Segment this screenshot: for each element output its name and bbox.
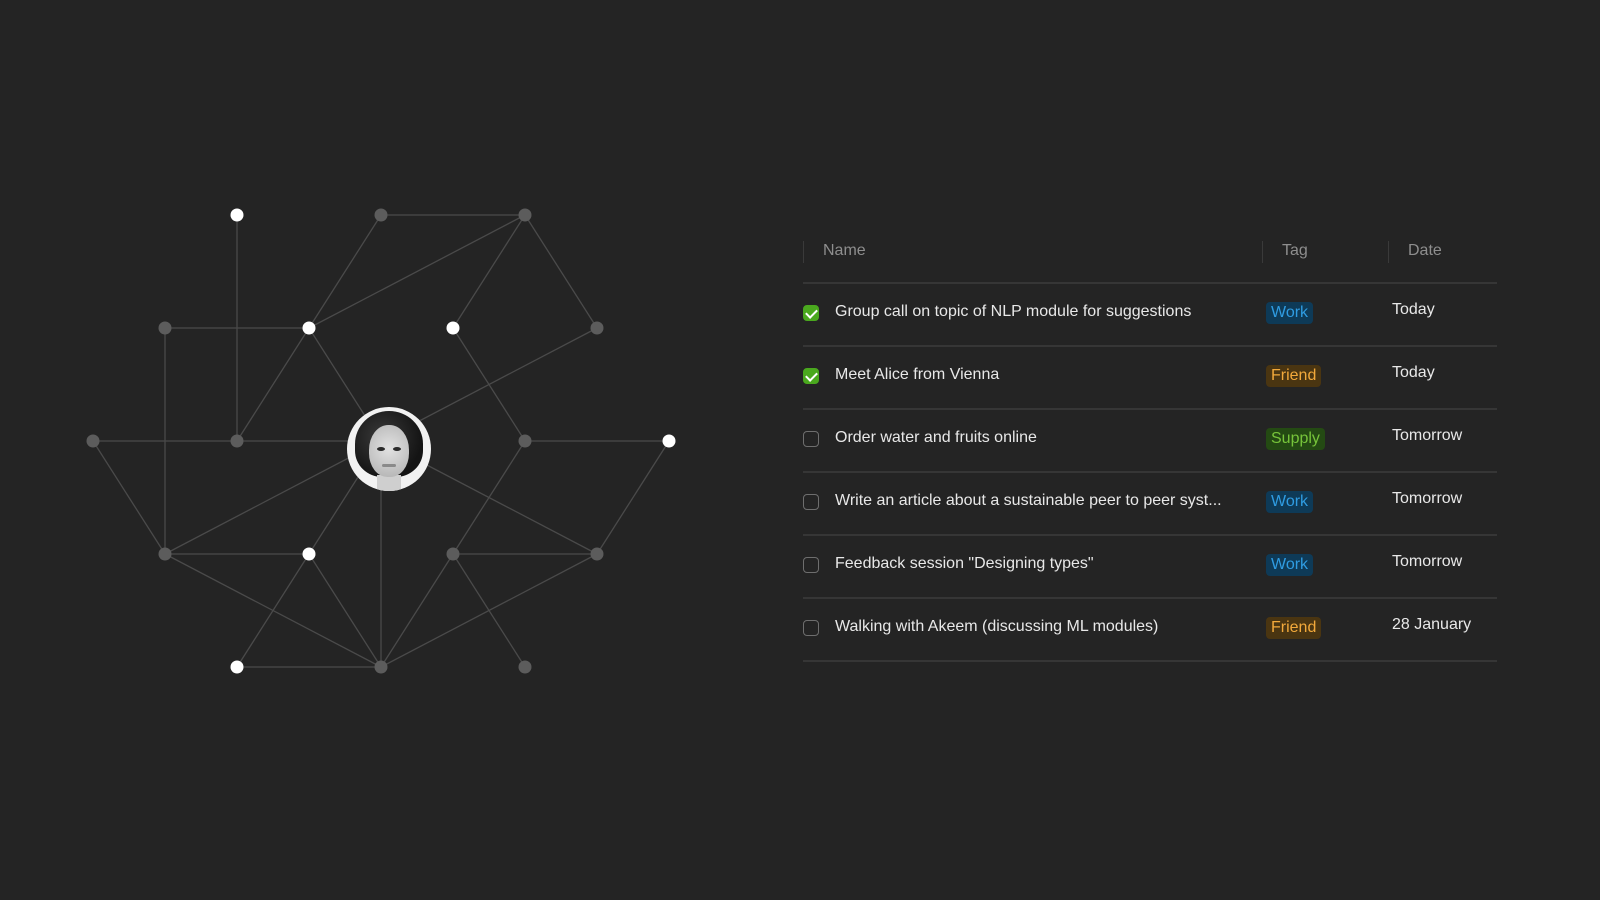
graph-edge [92, 440, 166, 555]
avatar-eye [377, 447, 385, 451]
table-body: Group call on topic of NLP module for su… [803, 284, 1513, 662]
graph-node[interactable] [662, 434, 676, 448]
graph-node[interactable] [302, 321, 316, 335]
table-header: Name Tag Date [803, 230, 1497, 284]
graph-node[interactable] [446, 547, 460, 561]
graph-edge [308, 214, 526, 329]
graph-edge [380, 553, 598, 668]
column-header-name[interactable]: Name [823, 242, 866, 260]
avatar-face [369, 425, 409, 477]
task-tag[interactable]: Work [1266, 491, 1314, 513]
task-checkbox[interactable] [803, 431, 819, 447]
column-header-tag[interactable]: Tag [1282, 242, 1308, 260]
graph-edge [308, 553, 382, 668]
graph-edge [596, 440, 670, 555]
table-row[interactable]: Walking with Akeem (discussing ML module… [803, 599, 1497, 662]
avatar-eye [393, 447, 401, 451]
task-tag[interactable]: Work [1266, 554, 1314, 576]
task-checkbox[interactable] [803, 494, 819, 510]
task-date: Tomorrow [1392, 553, 1463, 570]
task-tag[interactable]: Supply [1266, 428, 1325, 450]
column-header-date[interactable]: Date [1408, 242, 1442, 260]
table-row[interactable]: Feedback session "Designing types" Work To… [803, 536, 1497, 599]
avatar-mouth [382, 464, 396, 467]
task-checkbox[interactable] [803, 557, 819, 573]
avatar[interactable] [347, 407, 431, 491]
graph-node[interactable] [230, 660, 244, 674]
graph-edge [308, 214, 382, 329]
graph-node[interactable] [518, 660, 532, 674]
column-separator[interactable] [1262, 241, 1263, 263]
task-name: Feedback session "Designing types" [835, 555, 1094, 572]
graph-edge [380, 553, 454, 668]
avatar-neck [377, 475, 401, 491]
graph-node[interactable] [518, 434, 532, 448]
graph-node[interactable] [374, 208, 388, 222]
table-row[interactable]: Group call on topic of NLP module for su… [803, 284, 1497, 347]
graph-node[interactable] [446, 321, 460, 335]
graph-node[interactable] [302, 547, 316, 561]
task-tag[interactable]: Friend [1266, 365, 1322, 387]
graph-node[interactable] [230, 208, 244, 222]
task-table: Name Tag Date Group call on topic of NLP… [803, 230, 1513, 662]
task-date: Today [1392, 364, 1435, 381]
graph-edge [236, 327, 310, 442]
graph-node[interactable] [230, 434, 244, 448]
graph-node[interactable] [86, 434, 100, 448]
task-name: Write an article about a sustainable pee… [835, 492, 1222, 509]
task-date: 28 January [1392, 616, 1472, 633]
graph-edge [452, 214, 526, 329]
table-row[interactable]: Meet Alice from Vienna Friend Today [803, 347, 1497, 410]
graph-node[interactable] [158, 547, 172, 561]
check-icon [805, 369, 818, 382]
column-separator[interactable] [803, 241, 804, 263]
table-row[interactable]: Write an article about a sustainable pee… [803, 473, 1497, 536]
graph-node[interactable] [374, 660, 388, 674]
task-date: Tomorrow [1392, 427, 1463, 444]
graph-node[interactable] [158, 321, 172, 335]
task-name: Walking with Akeem (discussing ML module… [835, 618, 1159, 635]
graph-node[interactable] [590, 321, 604, 335]
task-tag[interactable]: Work [1266, 302, 1314, 324]
task-checkbox[interactable] [803, 368, 819, 384]
task-name: Group call on topic of NLP module for su… [835, 303, 1192, 320]
graph-edge [524, 214, 598, 329]
check-icon [805, 306, 818, 319]
task-name: Order water and fruits online [835, 429, 1037, 446]
task-checkbox[interactable] [803, 305, 819, 321]
graph-node[interactable] [518, 208, 532, 222]
task-checkbox[interactable] [803, 620, 819, 636]
graph-node[interactable] [590, 547, 604, 561]
task-tag[interactable]: Friend [1266, 617, 1322, 639]
table-row[interactable]: Order water and fruits online Supply Tomor… [803, 410, 1497, 473]
column-separator[interactable] [1388, 241, 1389, 263]
task-name: Meet Alice from Vienna [835, 366, 1000, 383]
task-date: Tomorrow [1392, 490, 1463, 507]
task-date: Today [1392, 301, 1435, 318]
graph-edge [236, 553, 310, 668]
